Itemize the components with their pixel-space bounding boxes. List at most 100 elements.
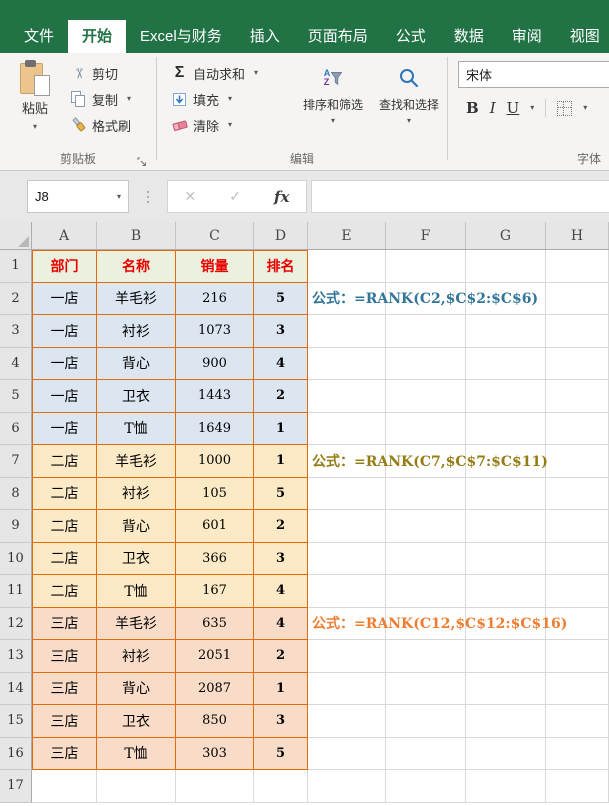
cell-E13[interactable] — [308, 640, 386, 673]
cell-A8[interactable]: 二店 — [32, 478, 97, 511]
formula-input[interactable] — [311, 180, 609, 213]
cell-C7[interactable]: 1000 — [176, 445, 254, 478]
cell-B11[interactable]: T恤 — [97, 575, 176, 608]
cell-D5[interactable]: 2 — [254, 380, 308, 413]
cell-B15[interactable]: 卫衣 — [97, 705, 176, 738]
row-header[interactable]: 2 — [0, 283, 32, 316]
cell-H3[interactable] — [546, 315, 609, 348]
cell-E11[interactable] — [308, 575, 386, 608]
cell-G15[interactable] — [466, 705, 546, 738]
column-header[interactable]: F — [386, 222, 466, 249]
cell-G13[interactable] — [466, 640, 546, 673]
cell-A2[interactable]: 一店 — [32, 283, 97, 316]
cell-D11[interactable]: 4 — [254, 575, 308, 608]
cell-F3[interactable] — [386, 315, 466, 348]
cell-H15[interactable] — [546, 705, 609, 738]
cell-A12[interactable]: 三店 — [32, 608, 97, 641]
cell-F13[interactable] — [386, 640, 466, 673]
cell-A1[interactable]: 部门 — [32, 250, 97, 283]
cell-F5[interactable] — [386, 380, 466, 413]
cell-A15[interactable]: 三店 — [32, 705, 97, 738]
insert-function-icon[interactable]: fx — [274, 188, 289, 206]
cell-G1[interactable] — [466, 250, 546, 283]
cell-F4[interactable] — [386, 348, 466, 381]
cell-E10[interactable] — [308, 543, 386, 576]
cell-C13[interactable]: 2051 — [176, 640, 254, 673]
cell-D3[interactable]: 3 — [254, 315, 308, 348]
cell-E17[interactable] — [308, 770, 386, 803]
cell-A10[interactable]: 二店 — [32, 543, 97, 576]
cell-H1[interactable] — [546, 250, 609, 283]
cell-H5[interactable] — [546, 380, 609, 413]
ribbon-tab[interactable]: 开始 — [68, 20, 126, 53]
cell-A14[interactable]: 三店 — [32, 673, 97, 706]
select-all-corner[interactable] — [0, 222, 32, 249]
cell-C9[interactable]: 601 — [176, 510, 254, 543]
cell-C3[interactable]: 1073 — [176, 315, 254, 348]
cell-H17[interactable] — [546, 770, 609, 803]
cell-D7[interactable]: 1 — [254, 445, 308, 478]
cell-G6[interactable] — [466, 413, 546, 446]
row-header[interactable]: 13 — [0, 640, 32, 673]
row-header[interactable]: 1 — [0, 250, 32, 283]
row-header[interactable]: 11 — [0, 575, 32, 608]
cell-B3[interactable]: 衬衫 — [97, 315, 176, 348]
clear-button[interactable]: 清除 ▾ — [169, 112, 295, 138]
cell-H7[interactable] — [546, 445, 609, 478]
cell-F17[interactable] — [386, 770, 466, 803]
cell-H13[interactable] — [546, 640, 609, 673]
cell-F10[interactable] — [386, 543, 466, 576]
cell-C14[interactable]: 2087 — [176, 673, 254, 706]
cell-C2[interactable]: 216 — [176, 283, 254, 316]
cell-A7[interactable]: 二店 — [32, 445, 97, 478]
ribbon-tab[interactable]: 视图 — [556, 20, 609, 53]
cell-B2[interactable]: 羊毛衫 — [97, 283, 176, 316]
cell-F16[interactable] — [386, 738, 466, 771]
cell-G10[interactable] — [466, 543, 546, 576]
row-header[interactable]: 8 — [0, 478, 32, 511]
cell-C16[interactable]: 303 — [176, 738, 254, 771]
enter-icon[interactable]: ✓ — [229, 188, 241, 205]
fill-button[interactable]: 填充 ▾ — [169, 86, 295, 112]
cell-G11[interactable] — [466, 575, 546, 608]
cell-E15[interactable] — [308, 705, 386, 738]
cell-B9[interactable]: 背心 — [97, 510, 176, 543]
cell-D6[interactable]: 1 — [254, 413, 308, 446]
row-header[interactable]: 9 — [0, 510, 32, 543]
cell-H9[interactable] — [546, 510, 609, 543]
underline-dropdown-icon[interactable]: ▾ — [530, 104, 534, 112]
row-header[interactable]: 6 — [0, 413, 32, 446]
cell-B7[interactable]: 羊毛衫 — [97, 445, 176, 478]
cell-G14[interactable] — [466, 673, 546, 706]
cell-B1[interactable]: 名称 — [97, 250, 176, 283]
ribbon-tab[interactable]: 数据 — [440, 20, 498, 53]
cell-F11[interactable] — [386, 575, 466, 608]
bold-button[interactable]: B — [466, 101, 479, 116]
cell-G4[interactable] — [466, 348, 546, 381]
cell-D12[interactable]: 4 — [254, 608, 308, 641]
dialog-launcher-icon[interactable] — [137, 154, 149, 166]
row-header[interactable]: 17 — [0, 770, 32, 803]
underline-button[interactable]: U — [507, 101, 520, 116]
cell-A13[interactable]: 三店 — [32, 640, 97, 673]
row-header[interactable]: 4 — [0, 348, 32, 381]
copy-button[interactable]: 复制 ▾ — [68, 86, 131, 112]
cell-C6[interactable]: 1649 — [176, 413, 254, 446]
cell-E6[interactable] — [308, 413, 386, 446]
cell-E2[interactable]: 公式：=RANK(C2,$C$2:$C$6) — [308, 283, 386, 316]
cell-A3[interactable]: 一店 — [32, 315, 97, 348]
cell-F8[interactable] — [386, 478, 466, 511]
cell-E4[interactable] — [308, 348, 386, 381]
cell-C11[interactable]: 167 — [176, 575, 254, 608]
column-header[interactable]: C — [176, 222, 254, 249]
cell-H4[interactable] — [546, 348, 609, 381]
cell-D14[interactable]: 1 — [254, 673, 308, 706]
cell-H2[interactable] — [546, 283, 609, 316]
ribbon-tab[interactable]: 审阅 — [498, 20, 556, 53]
cell-G5[interactable] — [466, 380, 546, 413]
ribbon-tab[interactable]: 文件 — [10, 20, 68, 53]
cell-F14[interactable] — [386, 673, 466, 706]
ribbon-tab[interactable]: 插入 — [236, 20, 294, 53]
cell-B4[interactable]: 背心 — [97, 348, 176, 381]
cancel-icon[interactable]: ✕ — [185, 188, 197, 205]
